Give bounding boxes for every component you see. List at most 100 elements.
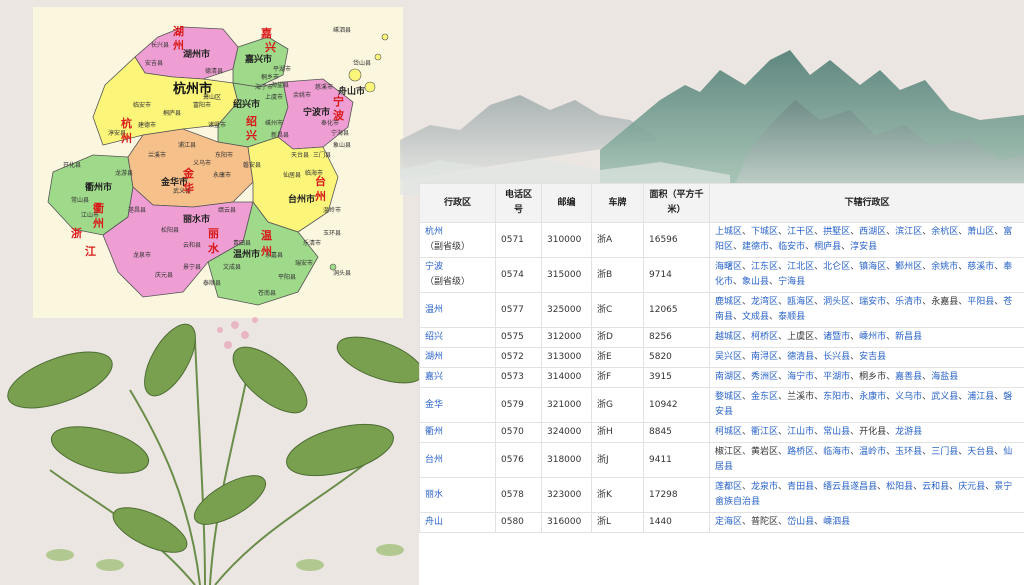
district-link[interactable]: 江东区: [751, 262, 778, 272]
region-name[interactable]: 宁波: [425, 262, 443, 272]
region-cell[interactable]: 宁波 （副省级）: [419, 257, 496, 293]
district-link[interactable]: 洞头区: [823, 297, 850, 307]
district-link[interactable]: 临安市: [778, 242, 805, 252]
region-cell[interactable]: 丽水: [419, 477, 496, 513]
district-link[interactable]: 德清县: [787, 352, 814, 362]
district-link[interactable]: 西湖区: [859, 227, 886, 237]
district-link[interactable]: 青田县: [787, 482, 814, 492]
region-name[interactable]: 湖州: [425, 352, 443, 362]
district-separator: 、: [742, 372, 752, 382]
district-link[interactable]: 瓯海区: [787, 297, 814, 307]
district-link[interactable]: 缙云县遂昌县: [823, 482, 877, 492]
district-link[interactable]: 北仑区: [823, 262, 850, 272]
district-link[interactable]: 海曙区: [715, 262, 742, 272]
district-link[interactable]: 瑞安市: [859, 297, 886, 307]
district-link[interactable]: 南浔区: [751, 352, 778, 362]
district-link[interactable]: 婺城区: [715, 392, 742, 402]
district-link[interactable]: 柯城区: [715, 427, 742, 437]
district-link[interactable]: 路桥区: [787, 447, 814, 457]
district-link[interactable]: 定海区: [715, 517, 742, 527]
district-link[interactable]: 龙游县: [895, 427, 922, 437]
district-link[interactable]: 下城区: [751, 227, 778, 237]
district-link[interactable]: 南湖区: [715, 372, 742, 382]
district-link[interactable]: 云和县: [922, 482, 949, 492]
district-link[interactable]: 安吉县: [859, 352, 886, 362]
region-cell[interactable]: 绍兴: [419, 327, 496, 348]
district-link[interactable]: 嵊泗县: [823, 517, 850, 527]
district-link[interactable]: 新昌县: [895, 332, 922, 342]
district-link[interactable]: 江北区: [787, 262, 814, 272]
district-link[interactable]: 萧山区: [967, 227, 994, 237]
district-link[interactable]: 江干区: [787, 227, 814, 237]
district-link[interactable]: 余杭区: [931, 227, 958, 237]
region-cell[interactable]: 台州: [419, 442, 496, 478]
district-link[interactable]: 越城区: [715, 332, 742, 342]
region-name[interactable]: 台州: [425, 455, 443, 465]
district-link[interactable]: 江山市: [787, 427, 814, 437]
region-name[interactable]: 金华: [425, 400, 443, 410]
district-link[interactable]: 海宁市: [787, 372, 814, 382]
region-cell[interactable]: 温州: [419, 292, 496, 328]
district-link[interactable]: 庆元县: [958, 482, 985, 492]
district-link[interactable]: 龙湾区: [751, 297, 778, 307]
district-link[interactable]: 上城区: [715, 227, 742, 237]
district-link[interactable]: 武义县: [931, 392, 958, 402]
district-link[interactable]: 桐庐县: [814, 242, 841, 252]
district-link[interactable]: 龙泉市: [751, 482, 778, 492]
district-link[interactable]: 天台县: [967, 447, 994, 457]
district-link[interactable]: 泰顺县: [778, 312, 805, 322]
region-name[interactable]: 衢州: [425, 427, 443, 437]
region-cell[interactable]: 舟山: [419, 512, 496, 533]
district-link[interactable]: 嵊州市: [859, 332, 886, 342]
district-link[interactable]: 平阳县: [967, 297, 994, 307]
district-link[interactable]: 三门县: [931, 447, 958, 457]
district-link[interactable]: 余姚市: [931, 262, 958, 272]
district-link[interactable]: 金东区: [751, 392, 778, 402]
district-link[interactable]: 宁海县: [778, 277, 805, 287]
region-name[interactable]: 丽水: [425, 490, 443, 500]
district-link[interactable]: 海盐县: [931, 372, 958, 382]
district-link[interactable]: 吴兴区: [715, 352, 742, 362]
district-separator: 、: [814, 372, 824, 382]
district-link[interactable]: 义乌市: [895, 392, 922, 402]
district-link[interactable]: 温岭市: [859, 447, 886, 457]
district-link[interactable]: 平湖市: [823, 372, 850, 382]
district-link[interactable]: 东阳市: [823, 392, 850, 402]
district-link[interactable]: 诸暨市: [823, 332, 850, 342]
district-link[interactable]: 岱山县: [787, 517, 814, 527]
district-link[interactable]: 建德市: [742, 242, 769, 252]
district-link[interactable]: 秀洲区: [751, 372, 778, 382]
district-link[interactable]: 长兴县: [823, 352, 850, 362]
region-cell[interactable]: 金华: [419, 387, 496, 423]
region-name[interactable]: 杭州: [425, 227, 443, 237]
district-link[interactable]: 柯桥区: [751, 332, 778, 342]
district-link[interactable]: 浦江县: [967, 392, 994, 402]
district-link[interactable]: 淳安县: [850, 242, 877, 252]
district-link[interactable]: 松阳县: [886, 482, 913, 492]
region-name[interactable]: 温州: [425, 305, 443, 315]
district-link[interactable]: 临海市: [823, 447, 850, 457]
region-cell[interactable]: 嘉兴: [419, 367, 496, 388]
district-link[interactable]: 滨江区: [895, 227, 922, 237]
district-link[interactable]: 文成县: [742, 312, 769, 322]
district-link[interactable]: 象山县: [742, 277, 769, 287]
region-cell[interactable]: 杭州 （副省级）: [419, 222, 496, 258]
district-link[interactable]: 拱墅区: [823, 227, 850, 237]
region-cell[interactable]: 湖州: [419, 347, 496, 368]
region-cell[interactable]: 衢州: [419, 422, 496, 443]
region-name[interactable]: 舟山: [425, 517, 443, 527]
district-link[interactable]: 鄞州区: [895, 262, 922, 272]
district-link[interactable]: 莲都区: [715, 482, 742, 492]
header-tel: 电话区号: [495, 183, 542, 223]
district-link[interactable]: 慈溪市: [967, 262, 994, 272]
district-link[interactable]: 常山县: [823, 427, 850, 437]
district-link[interactable]: 鹿城区: [715, 297, 742, 307]
district-link[interactable]: 嘉善县: [895, 372, 922, 382]
region-name[interactable]: 绍兴: [425, 332, 443, 342]
district-link[interactable]: 乐清市: [895, 297, 922, 307]
district-link[interactable]: 衢江区: [751, 427, 778, 437]
district-link[interactable]: 玉环县: [895, 447, 922, 457]
district-link[interactable]: 镇海区: [859, 262, 886, 272]
region-name[interactable]: 嘉兴: [425, 372, 443, 382]
district-link[interactable]: 永康市: [859, 392, 886, 402]
